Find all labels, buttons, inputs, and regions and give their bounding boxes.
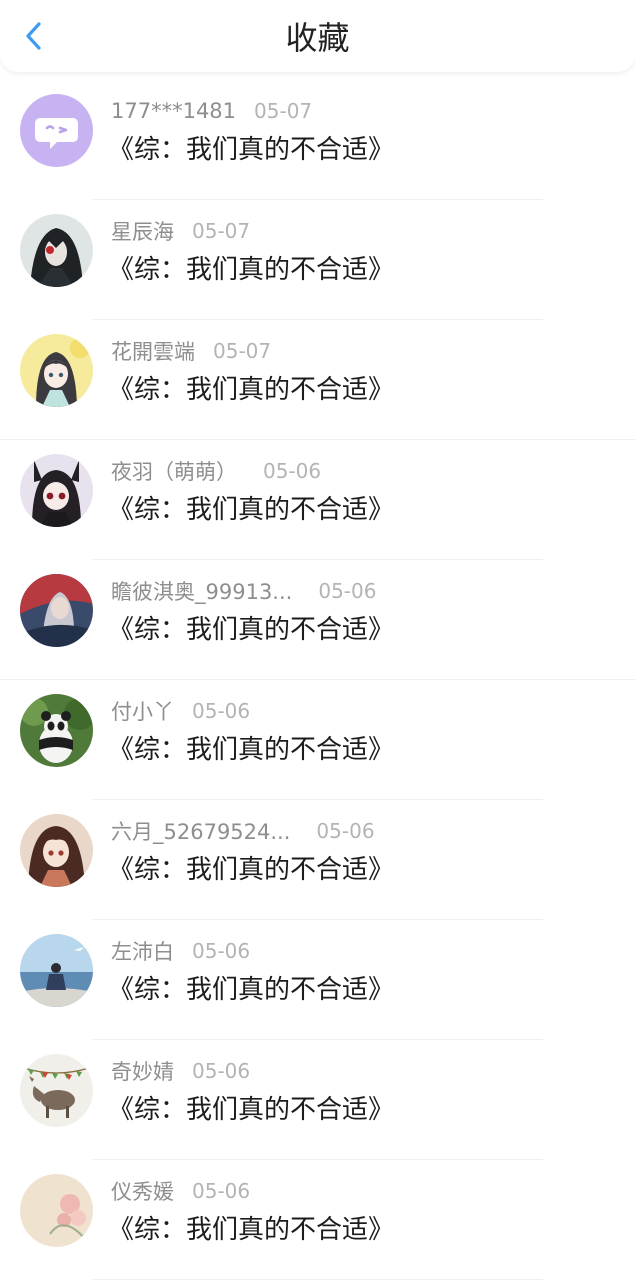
item-meta: 花開雲端 05-07 [111, 336, 271, 366]
avatar[interactable] [20, 934, 93, 1007]
avatar[interactable] [20, 1174, 93, 1247]
book-title[interactable]: 《综：我们真的不合适》 [108, 1212, 394, 1248]
item-meta: 左沛白 05-06 [111, 936, 250, 966]
avatar[interactable] [20, 814, 93, 887]
book-title[interactable]: 《综：我们真的不合适》 [108, 852, 394, 888]
date: 05-07 [192, 219, 251, 243]
item-meta: 177***1481 05-07 [111, 96, 312, 126]
username: 177***1481 [111, 99, 237, 123]
date: 05-06 [316, 819, 375, 843]
date: 05-07 [254, 99, 313, 123]
item-meta: 瞻彼淇奥_99913... 05-06 [111, 576, 376, 606]
list-item[interactable]: 夜羽（萌萌） 05-06 《综：我们真的不合适》 [0, 440, 635, 560]
book-title[interactable]: 《综：我们真的不合适》 [108, 732, 394, 768]
username: 夜羽（萌萌） [111, 460, 237, 484]
date: 05-06 [263, 459, 322, 483]
item-meta: 奇妙婧 05-06 [111, 1056, 250, 1086]
book-title[interactable]: 《综：我们真的不合适》 [108, 492, 394, 528]
avatar[interactable] [20, 694, 93, 767]
book-title[interactable]: 《综：我们真的不合适》 [108, 132, 394, 168]
item-meta: 六月_52679524... 05-06 [111, 816, 375, 846]
username: 奇妙婧 [111, 1060, 174, 1084]
chat-bubble-icon [20, 94, 93, 167]
list-item[interactable]: 奇妙婧 05-06 《综：我们真的不合适》 [0, 1040, 635, 1160]
date: 05-06 [192, 1179, 251, 1203]
book-title[interactable]: 《综：我们真的不合适》 [108, 972, 394, 1008]
avatar[interactable] [20, 574, 93, 647]
avatar[interactable] [20, 454, 93, 527]
username: 花開雲端 [111, 340, 195, 364]
username: 付小丫 [111, 700, 174, 724]
list-item[interactable]: 花開雲端 05-07 《综：我们真的不合适》 [0, 320, 635, 440]
username: 仪秀媛 [111, 1180, 174, 1204]
page-title: 收藏 [285, 19, 350, 57]
list-item[interactable]: 仪秀媛 05-06 《综：我们真的不合适》 [0, 1160, 635, 1280]
list-item[interactable]: 星辰海 05-07 《综：我们真的不合适》 [0, 200, 635, 320]
item-meta: 付小丫 05-06 [111, 696, 250, 726]
book-title[interactable]: 《综：我们真的不合适》 [108, 252, 394, 288]
username: 左沛白 [111, 940, 174, 964]
date: 05-06 [192, 939, 251, 963]
username: 瞻彼淇奥_99913... [111, 580, 293, 604]
username: 星辰海 [111, 220, 174, 244]
avatar[interactable] [20, 334, 93, 407]
list-item[interactable]: 177***1481 05-07 《综：我们真的不合适》 [0, 80, 635, 200]
item-meta: 星辰海 05-07 [111, 216, 250, 246]
favorites-list: 177***1481 05-07 《综：我们真的不合适》 星辰海 05-07 《… [0, 80, 635, 1280]
username: 六月_52679524... [111, 820, 291, 844]
top-bar: 收藏 [0, 0, 635, 72]
list-item[interactable]: 付小丫 05-06 《综：我们真的不合适》 [0, 680, 635, 800]
date: 05-06 [192, 1059, 251, 1083]
avatar[interactable] [20, 1054, 93, 1127]
book-title[interactable]: 《综：我们真的不合适》 [108, 1092, 394, 1128]
avatar[interactable] [20, 94, 93, 167]
book-title[interactable]: 《综：我们真的不合适》 [108, 372, 394, 408]
item-meta: 夜羽（萌萌） 05-06 [111, 456, 321, 486]
list-item[interactable]: 左沛白 05-06 《综：我们真的不合适》 [0, 920, 635, 1040]
avatar[interactable] [20, 214, 93, 287]
list-item[interactable]: 瞻彼淇奥_99913... 05-06 《综：我们真的不合适》 [0, 560, 635, 680]
item-meta: 仪秀媛 05-06 [111, 1176, 250, 1206]
list-item[interactable]: 六月_52679524... 05-06 《综：我们真的不合适》 [0, 800, 635, 920]
date: 05-06 [192, 699, 251, 723]
book-title[interactable]: 《综：我们真的不合适》 [108, 612, 394, 648]
date: 05-06 [318, 579, 377, 603]
date: 05-07 [213, 339, 272, 363]
